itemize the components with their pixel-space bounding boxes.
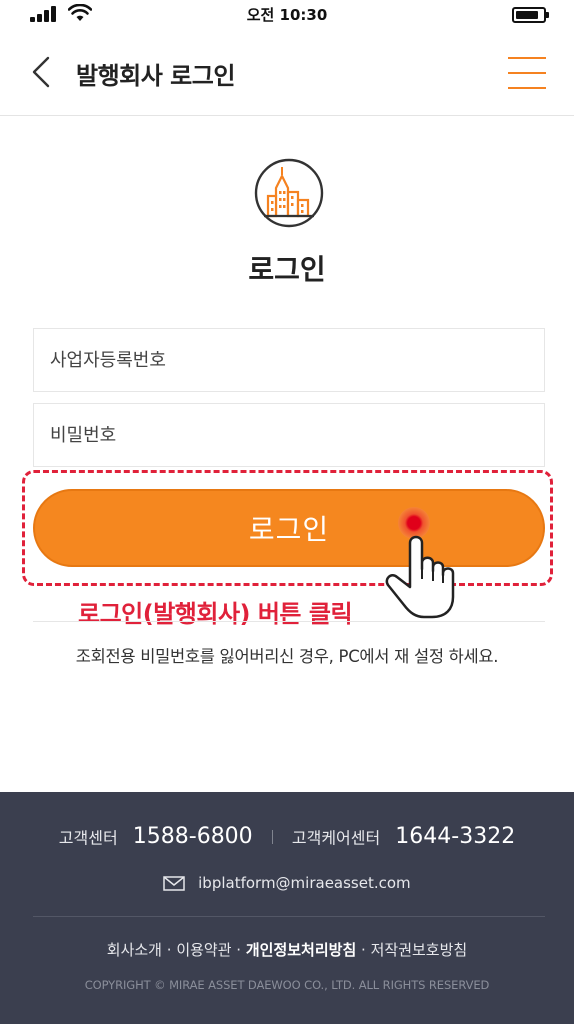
link-separator: · <box>166 941 172 959</box>
link-about[interactable]: 회사소개 <box>107 941 162 959</box>
footer-divider <box>33 916 545 917</box>
mail-icon <box>163 876 186 891</box>
instruction-text: 로그인(발행회사) 버튼 클릭 <box>78 600 353 628</box>
login-heading: 로그인 <box>248 253 326 286</box>
link-terms[interactable]: 이용약관 <box>176 941 231 959</box>
contact-row: 고객센터 1588-6800 고객케어센터 1644-3322 <box>0 824 574 849</box>
link-copyright-policy[interactable]: 저작권보호방침 <box>371 941 468 959</box>
contact-divider <box>271 829 273 844</box>
status-time: 오전 10:30 <box>246 6 328 24</box>
page-title: 발행회사 로그인 <box>76 62 235 90</box>
email-link[interactable]: ibplatform@miraeasset.com <box>198 874 411 892</box>
footer: 고객센터 1588-6800 고객케어센터 1644-3322 ibplatfo… <box>0 792 574 1024</box>
customer-center-number[interactable]: 1588-6800 <box>133 824 253 849</box>
pointing-hand-icon <box>385 535 455 619</box>
copyright-text: COPYRIGHT © MIRAE ASSET DAEWOO CO., LTD.… <box>84 978 490 992</box>
customer-center-label: 고객센터 <box>58 828 118 848</box>
chevron-left-icon[interactable] <box>22 52 62 92</box>
link-separator: · <box>236 941 242 959</box>
password-reset-notice: 조회전용 비밀번호를 잃어버리신 경우, PC에서 재 설정 하세요. <box>75 647 499 666</box>
battery-level <box>516 11 539 19</box>
app-header: 발행회사 로그인 <box>0 30 574 116</box>
battery-icon <box>512 7 549 23</box>
business-number-input[interactable] <box>33 328 545 392</box>
divider <box>33 621 545 622</box>
building-icon <box>254 158 324 228</box>
link-privacy[interactable]: 개인정보처리방침 <box>246 941 356 959</box>
link-separator: · <box>361 941 366 959</box>
status-bar: 오전 10:30 <box>0 0 574 30</box>
login-button[interactable]: 로그인 <box>33 489 545 567</box>
hamburger-menu-icon[interactable] <box>508 54 546 92</box>
customer-care-label: 고객케어센터 <box>291 828 381 848</box>
email-row: ibplatform@miraeasset.com <box>0 874 574 892</box>
password-input[interactable] <box>33 403 545 467</box>
footer-links: 회사소개 · 이용약관 · 개인정보처리방침 · 저작권보호방침 <box>0 939 574 960</box>
customer-care-number[interactable]: 1644-3322 <box>395 824 515 849</box>
